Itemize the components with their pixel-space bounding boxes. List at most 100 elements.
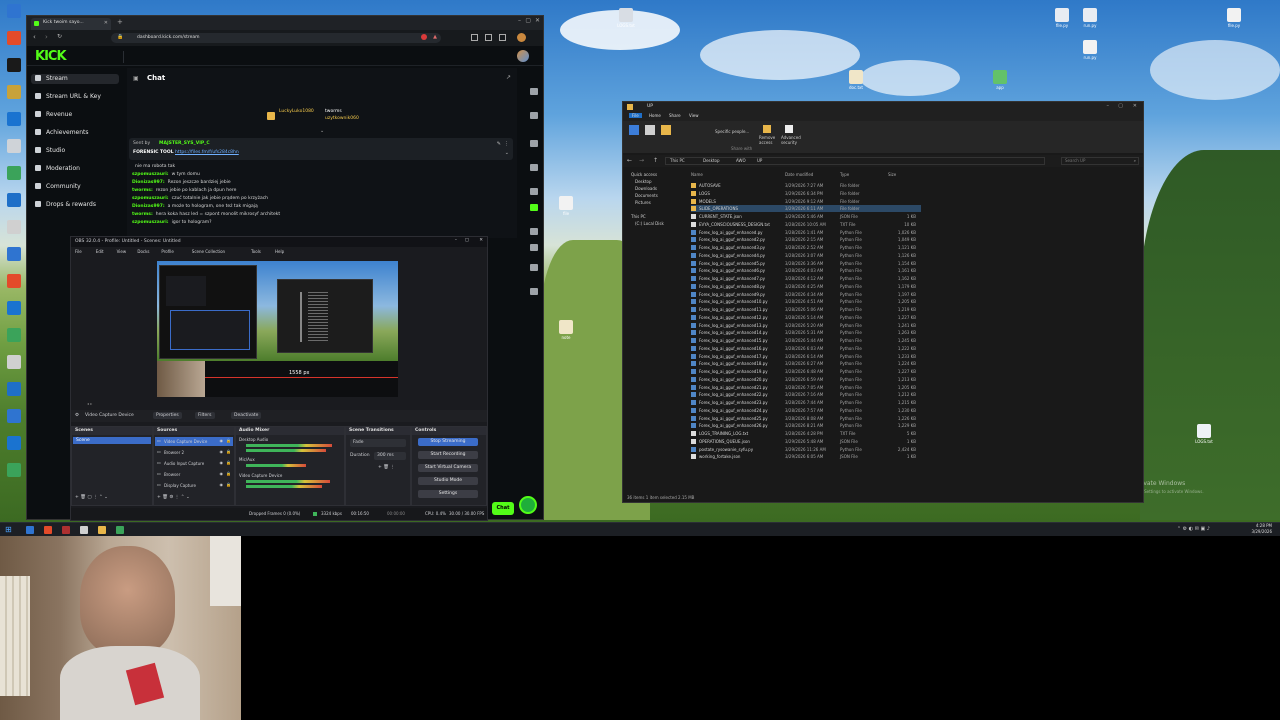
paste-icon[interactable] <box>661 125 671 135</box>
desktop-icon[interactable] <box>0 85 28 100</box>
source-item[interactable]: Audio Input Capture ▭ ◉ 🔒 <box>155 459 233 468</box>
file-row[interactable]: Forex_log_ai_gguf_enhanced16.py 3/28/2026… <box>691 345 921 352</box>
file-row[interactable]: Forex_log_ai_gguf_enhanced25.py 3/28/2026… <box>691 415 921 422</box>
taskbar-obs-icon[interactable] <box>80 526 88 534</box>
popout-icon[interactable]: ↗ <box>506 74 511 81</box>
obs-menu-docks[interactable]: Docks <box>137 249 149 254</box>
remove-access[interactable]: Remove access <box>759 135 783 145</box>
chat-username[interactable]: szpomuszauri: <box>132 220 169 225</box>
source-toolbar-icons[interactable]: + 🗑 ⚙ ⋮ ⌃ ⌄ <box>157 495 190 500</box>
file-row[interactable]: working_fortake.json 3/29/2026 6:05 AM JSO… <box>691 453 921 460</box>
breadcrumb-item[interactable]: Desktop <box>703 158 720 163</box>
desktop-icon[interactable] <box>0 112 28 127</box>
minimize-icon[interactable]: – <box>518 17 521 24</box>
breadcrumb-item[interactable]: UP <box>757 158 762 163</box>
desktop-icon[interactable] <box>0 382 28 397</box>
file-row[interactable]: Forex_log_ai_gguf_enhanced.py 3/28/2026 1… <box>691 229 921 236</box>
desktop-icon[interactable] <box>0 220 28 235</box>
file-row[interactable]: Forex_log_ai_gguf_enhanced15.py 3/28/2026… <box>691 337 921 344</box>
settings-button[interactable]: Settings <box>418 490 478 498</box>
desktop-icon[interactable] <box>0 301 28 316</box>
search-box[interactable]: Search UP ⌕ <box>1061 157 1139 165</box>
obs-menu-profile[interactable]: Profile <box>161 249 173 254</box>
file-row[interactable]: MODELS 3/29/2026 9:12 AM File folder <box>691 198 921 205</box>
pin-icon[interactable]: ✎ <box>497 141 501 147</box>
nav-pane-item[interactable]: Documents <box>635 193 658 198</box>
address-bar[interactable]: 🔒 dashboard.kick.com/stream ▲ <box>111 33 441 43</box>
file-row[interactable]: Forex_log_ai_gguf_enhanced18.py 3/28/2026… <box>691 360 921 367</box>
tool-icon[interactable] <box>530 288 538 295</box>
taskbar-brave-icon[interactable] <box>44 526 52 534</box>
start-virtual-camera-button[interactable]: Start Virtual Camera <box>418 464 478 472</box>
pin-icon[interactable] <box>629 125 639 135</box>
tool-icon[interactable] <box>530 204 538 211</box>
filters-button[interactable]: Filters <box>195 412 215 419</box>
nav-item-achievements[interactable]: Achievements <box>35 128 89 138</box>
maximize-icon[interactable]: ▢ <box>525 17 531 24</box>
desktop-icon[interactable]: app <box>986 70 1014 90</box>
ribbon-tab-file[interactable]: File <box>629 113 642 118</box>
chat-username[interactable]: Dionizas997: <box>132 180 165 185</box>
start-icon[interactable]: ⊞ <box>5 525 12 534</box>
ribbon-tab-share[interactable]: Share <box>669 113 681 118</box>
obs-minimize-icon[interactable]: – <box>455 238 457 243</box>
transition-select[interactable]: Fade <box>350 439 406 447</box>
chat-username[interactable]: Dionizas997: <box>132 204 165 209</box>
file-row[interactable]: LOGS 3/29/2026 6:34 PM File folder <box>691 190 921 197</box>
file-row[interactable]: OPERATIONS_QUEUE.json 3/29/2026 5:48 AM JS… <box>691 438 921 445</box>
security-icon[interactable] <box>785 125 793 133</box>
top-user-1[interactable]: LuckyLuko1080 <box>279 109 314 114</box>
nav-pane-item[interactable]: Desktop <box>635 179 652 184</box>
top-user-3[interactable]: uzytkownik060 <box>325 116 359 121</box>
extension-icon[interactable] <box>421 34 427 40</box>
eye-icon[interactable]: ◉ <box>220 460 224 465</box>
tool-icon[interactable] <box>530 244 538 251</box>
file-row[interactable]: Forex_log_ai_gguf_enhanced14.py 3/28/2026… <box>691 329 921 336</box>
obs-close-icon[interactable]: ✕ <box>479 238 483 243</box>
nav-item-revenue[interactable]: Revenue <box>35 110 72 120</box>
desktop-icon[interactable]: doc.txt <box>842 70 870 90</box>
desktop-icon[interactable] <box>0 355 28 370</box>
file-row[interactable]: Forex_log_ai_gguf_enhanced26.py 3/28/2026… <box>691 422 921 429</box>
column-header[interactable]: Date modified <box>785 172 813 177</box>
desktop-icon[interactable]: file <box>552 196 580 216</box>
obs-menu-edit[interactable]: Edit <box>96 249 104 254</box>
desktop-icon[interactable] <box>0 139 28 154</box>
nav-pane-item[interactable]: Pictures <box>635 200 651 205</box>
file-row[interactable]: LOGS_TRAINING_LOG.txt 3/28/2026 4:28 PM TX… <box>691 430 921 437</box>
nav-item-studio[interactable]: Studio⌄ <box>35 146 135 156</box>
pinned-user[interactable]: MAJSTER_SYS_VIP_C <box>159 141 210 146</box>
explorer-minimize-icon[interactable]: – <box>1107 103 1110 109</box>
clock-date[interactable]: 3/29/2026 <box>1251 529 1272 534</box>
desktop-icon[interactable]: LOGS.txt <box>1190 424 1218 444</box>
address-bar[interactable]: This PC Desktop AWO UP <box>665 157 1045 165</box>
back-icon[interactable]: ‹ <box>33 33 36 41</box>
file-row[interactable]: Forex_log_ai_gguf_enhanced8.py 3/28/2026 … <box>691 283 921 290</box>
tool-icon[interactable] <box>530 188 538 195</box>
clock-time[interactable]: 4:28 PM <box>1256 523 1272 528</box>
forward-icon[interactable]: → <box>639 157 644 164</box>
lock-icon[interactable] <box>763 125 771 133</box>
obs-menu-scene-collection[interactable]: Scene Collection <box>192 249 225 254</box>
column-header[interactable]: Type <box>840 172 849 177</box>
chat-username[interactable]: szpomuszauri: <box>132 172 169 177</box>
user-avatar[interactable] <box>517 50 529 62</box>
scene-item[interactable]: Scene <box>73 437 151 444</box>
source-item[interactable]: Browser 2 ▭ ◉ 🔒 <box>155 448 233 457</box>
tool-icon[interactable] <box>530 164 538 171</box>
nav-item-stream[interactable]: Stream <box>31 74 119 84</box>
obs-maximize-icon[interactable]: ▢ <box>465 238 469 243</box>
taskbar-explorer-icon[interactable] <box>98 526 106 534</box>
nav-item-drops-rewards[interactable]: Drops & rewards <box>35 200 96 210</box>
stop-streaming-button[interactable]: Stop Streaming <box>418 438 478 446</box>
file-row[interactable]: Forex_log_ai_gguf_enhanced23.py 3/28/2026… <box>691 399 921 406</box>
studio-mode-button[interactable]: Studio Mode <box>418 477 478 485</box>
nav-item-community[interactable]: Community⌄ <box>35 182 151 192</box>
obs-preview[interactable]: 1558 px <box>157 261 398 397</box>
file-row[interactable]: postate_rysowanie_syfu.py 3/29/2026 11:26… <box>691 446 921 453</box>
breadcrumb-item[interactable]: AWO <box>736 158 746 163</box>
file-row[interactable]: Forex_log_ai_gguf_enhanced17.py 3/28/2026… <box>691 353 921 360</box>
more-icon[interactable]: ⋮ <box>504 141 509 147</box>
obs-menu-view[interactable]: View <box>117 249 127 254</box>
deactivate-button[interactable]: Deactivate <box>231 412 262 419</box>
